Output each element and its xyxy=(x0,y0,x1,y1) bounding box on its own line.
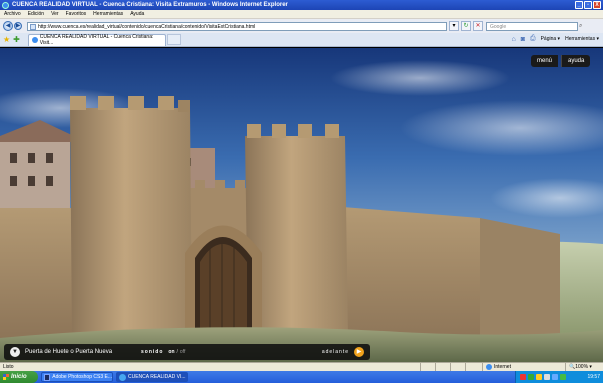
page-icon xyxy=(30,23,36,30)
tools-menu-label: Herramientas xyxy=(565,36,596,42)
add-favorite-icon[interactable]: ✚ xyxy=(13,35,20,44)
photoshop-icon xyxy=(44,373,51,381)
search-icon[interactable]: ⌕ xyxy=(579,22,587,31)
taskbar-item-ie[interactable]: CUENCA REALIDAD VI... xyxy=(116,372,188,382)
taskbar-item-label: Adobe Photoshop CS3 E... xyxy=(52,374,112,380)
status-text: Listo xyxy=(3,364,14,370)
print-icon[interactable]: ⎙ xyxy=(530,35,536,43)
menu-button[interactable]: menú xyxy=(531,55,559,67)
back-button[interactable]: ◀ xyxy=(3,21,13,31)
menu-item-favoritos[interactable]: Favoritos xyxy=(66,11,87,17)
clock: 19:57 xyxy=(587,374,600,380)
address-dropdown-button[interactable]: ▾ xyxy=(449,21,459,31)
help-button[interactable]: ayuda xyxy=(561,55,591,67)
tray-icon[interactable] xyxy=(552,374,558,380)
window-titlebar: CUENCA REALIDAD VIRTUAL - Cuenca Cristia… xyxy=(0,0,603,10)
security-zone[interactable]: Internet xyxy=(482,363,511,371)
window-controls: _ ▫ X xyxy=(575,1,601,9)
taskbar-item-label: CUENCA REALIDAD VI... xyxy=(128,374,186,380)
globe-icon xyxy=(486,364,492,370)
search-input[interactable]: Google xyxy=(486,21,578,31)
tray-icon[interactable] xyxy=(520,374,526,380)
page-menu-label: Página xyxy=(540,36,557,42)
address-url: http://www.cuenca.es/realidad_virtual/co… xyxy=(38,23,256,30)
system-tray: 19:57 xyxy=(515,371,603,383)
zoom-level[interactable]: 🔍100% ▾ xyxy=(565,363,592,371)
new-tab-button[interactable] xyxy=(166,34,181,45)
next-arrow-icon[interactable]: ▶ xyxy=(354,347,364,357)
virtual-tour-viewport[interactable]: menú ayuda ▼ Puerta de Huete o Puerta Nu… xyxy=(0,48,603,362)
forward-button[interactable]: ▶ xyxy=(14,22,22,30)
taskbar: Inicio Adobe Photoshop CS3 E... CUENCA R… xyxy=(0,371,603,383)
location-title: Puerta de Huete o Puerta Nueva xyxy=(25,349,113,355)
stop-icon[interactable]: ✕ xyxy=(473,21,483,31)
menu-item-ver[interactable]: Ver xyxy=(51,11,59,17)
minimize-button[interactable]: _ xyxy=(575,1,583,9)
chevron-down-icon[interactable]: ▼ xyxy=(10,347,20,357)
sound-off-toggle[interactable]: off xyxy=(180,349,185,355)
castle-gate-scene xyxy=(0,48,603,362)
caption-bar: ▼ Puerta de Huete o Puerta Nueva sonido … xyxy=(4,344,370,360)
taskbar-item-photoshop[interactable]: Adobe Photoshop CS3 E... xyxy=(41,372,113,382)
status-bar: Listo Internet 🔍100% ▾ xyxy=(0,362,603,371)
command-bar: ⌂ ◙ ⎙ Página ▾ Herramientas ▾ xyxy=(512,35,599,43)
menu-bar: Archivo Edición Ver Favoritos Herramient… xyxy=(0,10,603,19)
tab-toolbar: ★ ✚ CUENCA REALIDAD VIRTUAL - Cuenca Cri… xyxy=(0,33,603,47)
zone-label: Internet xyxy=(494,364,511,370)
ie-logo-icon xyxy=(2,1,9,9)
address-field[interactable]: http://www.cuenca.es/realidad_virtual/co… xyxy=(27,21,447,31)
refresh-icon[interactable]: ↻ xyxy=(461,21,471,31)
menu-item-ayuda[interactable]: Ayuda xyxy=(130,11,144,17)
tray-icon[interactable] xyxy=(544,374,550,380)
menu-item-archivo[interactable]: Archivo xyxy=(4,11,21,17)
maximize-button[interactable]: ▫ xyxy=(584,1,592,9)
tab-active[interactable]: CUENCA REALIDAD VIRTUAL - Cuenca Cristia… xyxy=(27,33,166,46)
start-label: Inicio xyxy=(11,374,27,380)
ie-icon xyxy=(119,373,126,381)
feeds-icon[interactable]: ◙ xyxy=(521,36,525,43)
sound-label: sonido xyxy=(141,349,164,355)
address-toolbar: ◀ ▶ http://www.cuenca.es/realidad_virtua… xyxy=(0,19,603,33)
tab-page-icon xyxy=(31,37,38,43)
menu-item-herramientas[interactable]: Herramientas xyxy=(93,11,123,17)
menu-item-edicion[interactable]: Edición xyxy=(28,11,44,17)
start-button[interactable]: Inicio xyxy=(0,371,38,383)
page-menu-button[interactable]: Página ▾ xyxy=(541,36,560,42)
window-title: CUENCA REALIDAD VIRTUAL - Cuenca Cristia… xyxy=(12,2,288,8)
tab-title: CUENCA REALIDAD VIRTUAL - Cuenca Cristia… xyxy=(39,34,154,46)
next-label[interactable]: adelante xyxy=(322,349,349,355)
home-icon[interactable]: ⌂ xyxy=(512,36,516,43)
sound-on-toggle[interactable]: on xyxy=(168,349,174,355)
windows-flag-icon xyxy=(3,374,9,380)
tray-icon[interactable] xyxy=(536,374,542,380)
close-button[interactable]: X xyxy=(593,1,601,9)
zoom-value: 100% xyxy=(575,364,589,370)
favorites-star-icon[interactable]: ★ xyxy=(3,35,10,44)
status-cells xyxy=(420,363,480,371)
tools-menu-button[interactable]: Herramientas ▾ xyxy=(565,36,599,42)
tray-icon[interactable] xyxy=(528,374,534,380)
sound-separator: / xyxy=(176,349,178,355)
tray-icon[interactable] xyxy=(560,374,566,380)
